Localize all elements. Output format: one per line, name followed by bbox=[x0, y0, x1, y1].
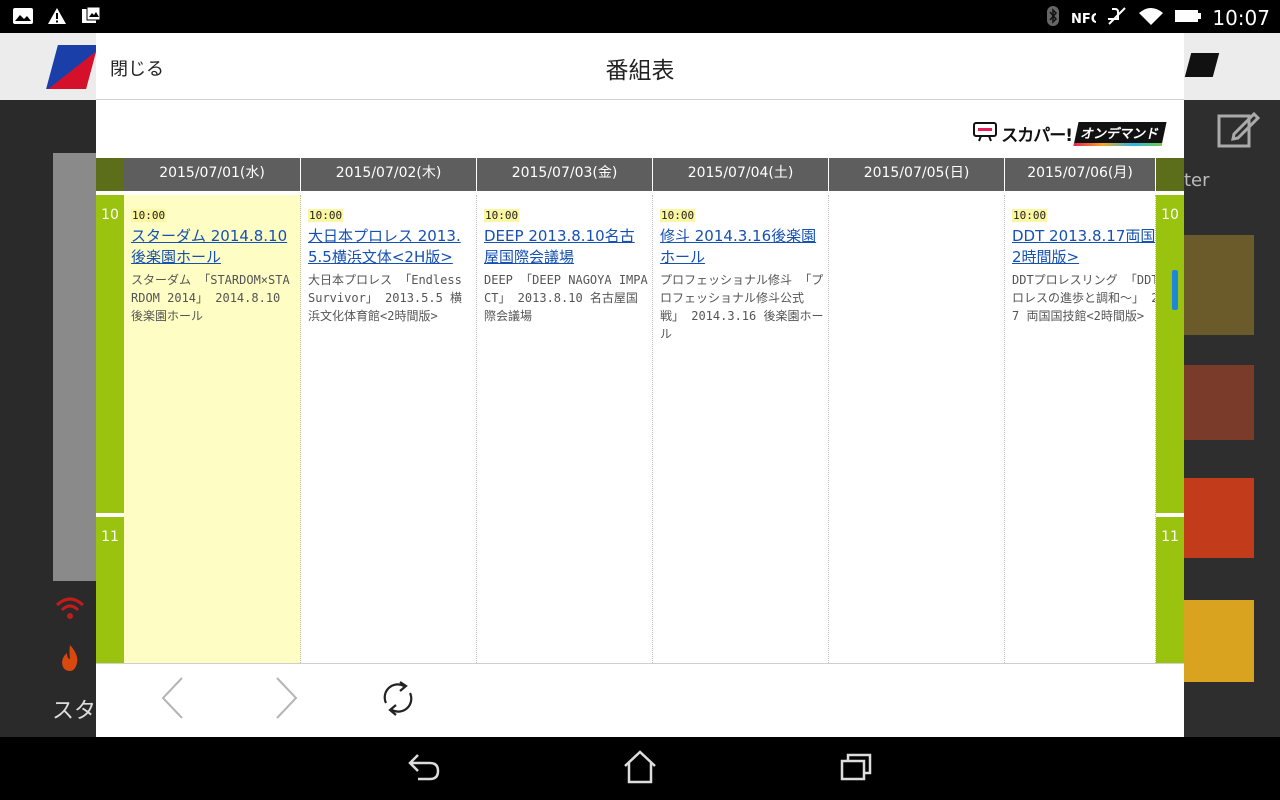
program-grid: 10 11 10 11 2015/07/01(水) 10:00 スターダム 20… bbox=[96, 158, 1184, 663]
day-header: 2015/07/02(木) bbox=[301, 158, 477, 191]
back-button[interactable] bbox=[404, 749, 444, 789]
program-entry: 10:00 スターダム 2014.8.10後楽園ホール スターダム 「STARD… bbox=[131, 204, 296, 325]
program-entry: 10:00 大日本プロレス 2013.5.5横浜文体<2H版> 大日本プロレス … bbox=[308, 204, 472, 325]
day-header: 2015/07/06(月) bbox=[1005, 158, 1156, 191]
edit-icon bbox=[1216, 108, 1261, 156]
day-column: 10:00 DDT 2013.8.17両国国技館<2時間版> DDTプロレスリン… bbox=[1005, 195, 1156, 663]
silent-icon bbox=[1106, 6, 1128, 30]
modal-header: 閉じる 番組表 bbox=[96, 33, 1184, 100]
program-title-link[interactable]: 修斗 2014.3.16後楽園ホール bbox=[660, 226, 824, 268]
thumbnail bbox=[1184, 600, 1254, 682]
bluetooth-icon bbox=[1046, 5, 1060, 31]
day-header: 2015/07/04(土) bbox=[653, 158, 829, 191]
program-title-link[interactable]: 大日本プロレス 2013.5.5横浜文体<2H版> bbox=[308, 226, 472, 268]
chevron-right-icon bbox=[271, 676, 301, 724]
flame-icon bbox=[57, 643, 83, 677]
brand-sky-label: スカパー! bbox=[1001, 126, 1073, 146]
program-time: 10:00 bbox=[484, 209, 520, 222]
program-time: 10:00 bbox=[660, 209, 696, 222]
day-header: 2015/07/03(金) bbox=[477, 158, 653, 191]
program-description: スターダム 「STARDOM×STARDOM 2014」 2014.8.10 後… bbox=[131, 273, 290, 323]
navigation-bar bbox=[0, 737, 1280, 800]
next-button[interactable] bbox=[266, 676, 306, 724]
program-entry: 10:00 DDT 2013.8.17両国国技館<2時間版> DDTプロレスリン… bbox=[1012, 204, 1156, 325]
hour-label: 11 bbox=[96, 517, 124, 663]
program-time: 10:00 bbox=[308, 209, 344, 222]
program-title-link[interactable]: DEEP 2013.8.10名古屋国際会議場 bbox=[484, 226, 648, 268]
close-button[interactable]: 閉じる bbox=[110, 55, 164, 81]
day-header: 2015/07/01(水) bbox=[124, 158, 301, 191]
day-column: 10:00 修斗 2014.3.16後楽園ホール プロフェッショナル修斗 「プロ… bbox=[653, 195, 829, 663]
skyperfect-ondemand-logo: スカパー! オンデマンド bbox=[973, 121, 1167, 146]
modal-title: 番組表 bbox=[605, 58, 675, 84]
brand-row: スカパー! オンデマンド bbox=[96, 100, 1184, 158]
recents-icon bbox=[838, 751, 874, 787]
home-button[interactable] bbox=[620, 749, 660, 789]
app-logo-right bbox=[1184, 53, 1220, 77]
hour-label: 10 bbox=[1156, 195, 1184, 513]
refresh-icon bbox=[378, 677, 418, 723]
modal-footer bbox=[96, 663, 1184, 738]
day-column: 10:00 スターダム 2014.8.10後楽園ホール スターダム 「STARD… bbox=[124, 195, 301, 663]
day-column bbox=[829, 195, 1005, 663]
hour-column-left: 10 11 bbox=[96, 195, 124, 663]
gallery-icon bbox=[12, 6, 34, 26]
thumbnail bbox=[1184, 365, 1254, 440]
previous-button[interactable] bbox=[153, 676, 193, 724]
tv-icon bbox=[973, 121, 998, 146]
screenshot-icon bbox=[80, 6, 102, 26]
grid-corner-right bbox=[1156, 158, 1184, 191]
background-panel bbox=[53, 153, 96, 581]
background-right-label: ter bbox=[1184, 170, 1210, 191]
day-column: 10:00 大日本プロレス 2013.5.5横浜文体<2H版> 大日本プロレス … bbox=[301, 195, 477, 663]
refresh-button[interactable] bbox=[378, 678, 418, 722]
background-label: スタ bbox=[52, 699, 97, 724]
home-icon bbox=[622, 749, 658, 789]
nfc-icon: NFC bbox=[1070, 6, 1100, 30]
program-title-link[interactable]: スターダム 2014.8.10後楽園ホール bbox=[131, 226, 296, 268]
program-time: 10:00 bbox=[131, 209, 167, 222]
thumbnail bbox=[1184, 478, 1254, 558]
app-logo bbox=[46, 45, 98, 89]
battery-icon bbox=[1174, 8, 1202, 28]
program-description: 大日本プロレス 「Endless Survivor」 2013.5.5 横浜文化… bbox=[308, 273, 463, 323]
hour-column-right: 10 11 bbox=[1156, 195, 1184, 663]
scroll-indicator[interactable] bbox=[1172, 270, 1178, 310]
program-description: DEEP 「DEEP NAGOYA IMPACT」 2013.8.10 名古屋国… bbox=[484, 273, 648, 323]
clock: 10:07 bbox=[1212, 6, 1270, 30]
brand-ondemand-label: オンデマンド bbox=[1073, 121, 1167, 146]
program-entry: 10:00 修斗 2014.3.16後楽園ホール プロフェッショナル修斗 「プロ… bbox=[660, 204, 824, 343]
back-icon bbox=[406, 751, 442, 787]
thumbnail bbox=[1184, 235, 1254, 335]
warning-icon bbox=[46, 6, 68, 26]
day-column: 10:00 DEEP 2013.8.10名古屋国際会議場 DEEP 「DEEP … bbox=[477, 195, 653, 663]
program-title-link[interactable]: DDT 2013.8.17両国国技館<2時間版> bbox=[1012, 226, 1155, 268]
background-right-panel: ter bbox=[1184, 100, 1280, 737]
day-header: 2015/07/05(日) bbox=[829, 158, 1005, 191]
program-entry: 10:00 DEEP 2013.8.10名古屋国際会議場 DEEP 「DEEP … bbox=[484, 204, 648, 325]
wifi-signal-icon bbox=[55, 596, 85, 626]
wifi-icon bbox=[1138, 6, 1164, 30]
hour-label: 11 bbox=[1156, 517, 1184, 663]
schedule-modal: 閉じる 番組表 スカパー! オンデマンド 10 11 10 11 2015/07… bbox=[96, 33, 1184, 738]
recents-button[interactable] bbox=[836, 749, 876, 789]
chevron-left-icon bbox=[158, 676, 188, 724]
svg-text:NFC: NFC bbox=[1071, 12, 1096, 26]
program-description: DDTプロレスリング 「DDT万博～プロレスの進歩と調和～」 2013.8.17… bbox=[1012, 273, 1156, 323]
status-bar: NFC 10:07 bbox=[0, 0, 1280, 33]
program-description: プロフェッショナル修斗 「プロフェッショナル修斗公式戦」 2014.3.16 後… bbox=[660, 273, 824, 341]
grid-corner-left bbox=[96, 158, 124, 191]
hour-label: 10 bbox=[96, 195, 124, 513]
program-time: 10:00 bbox=[1012, 209, 1048, 222]
